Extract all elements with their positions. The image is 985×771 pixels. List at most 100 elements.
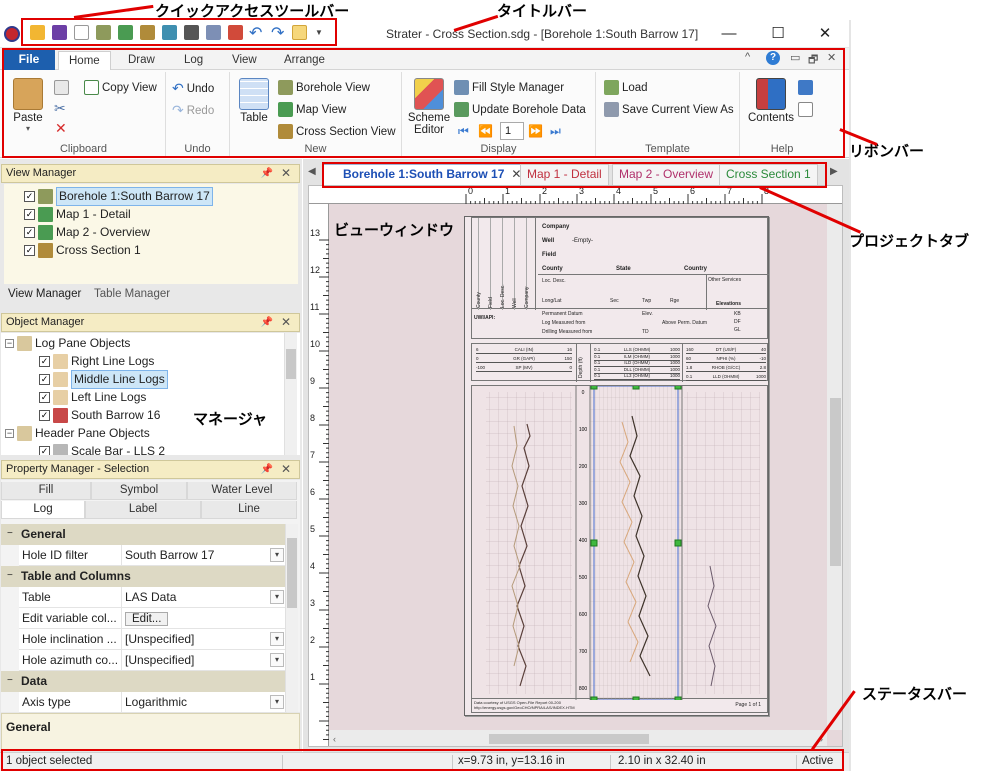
tab-home[interactable]: Home [58, 51, 111, 70]
new-cross-section-icon[interactable] [140, 25, 155, 40]
property-row-hole-id-filter[interactable]: Hole ID filter South Barrow 17 ▾ [19, 545, 287, 566]
scroll-left-icon[interactable]: ‹ [333, 734, 336, 744]
tab-view[interactable]: View [222, 51, 267, 70]
tree-item-map1[interactable]: ✓ Map 1 - Detail [24, 206, 131, 223]
collapse-icon[interactable]: − [5, 429, 14, 438]
mdi-minimize-icon[interactable]: ▭ [790, 51, 800, 64]
undo-button[interactable]: ↶ Undo [172, 80, 214, 97]
tree-item-right-line-logs[interactable]: ✓ Right Line Logs [39, 353, 154, 370]
redo-button[interactable]: ↷ Redo [172, 102, 214, 119]
close-pane-icon[interactable]: ✕ [281, 461, 291, 478]
select-pointer-icon[interactable] [292, 25, 307, 40]
view-horizontal-scrollbar[interactable]: ‹ › [329, 730, 827, 746]
resize-handle[interactable] [590, 539, 598, 547]
minimize-button[interactable]: — [714, 23, 744, 45]
tab-line[interactable]: Line [201, 501, 297, 519]
chevron-down-icon[interactable]: ▾ [270, 590, 284, 604]
tab-log[interactable]: Log [174, 51, 213, 70]
file-tab[interactable]: File [3, 49, 55, 70]
tab-water-level[interactable]: Water Level [187, 482, 297, 500]
checkbox[interactable]: ✓ [39, 374, 50, 385]
map-view-button[interactable]: Map View [278, 102, 346, 117]
borehole-view-button[interactable]: Borehole View [278, 80, 370, 95]
fill-style-manager-button[interactable]: Fill Style Manager [454, 80, 564, 95]
project-tab-map1[interactable]: Map 1 - Detail [520, 164, 609, 185]
new-borehole-icon[interactable] [96, 25, 111, 40]
category-table-columns[interactable]: − Table and Columns [1, 566, 287, 587]
tree-item-scale-bar[interactable]: ✓ Scale Bar - LLS 2 [39, 443, 165, 455]
redo-arrow-icon[interactable]: ↷ [271, 23, 284, 43]
property-value[interactable]: Logarithmic [121, 692, 287, 712]
new-table-icon[interactable] [162, 25, 177, 40]
close-pane-icon[interactable]: ✕ [281, 165, 291, 182]
contents-button[interactable]: Contents [744, 78, 798, 124]
update-borehole-data-button[interactable]: Update Borehole Data [454, 102, 586, 117]
project-tab-map2[interactable]: Map 2 - Overview [612, 164, 721, 185]
project-tab-borehole[interactable]: Borehole 1:South Barrow 17 ✕ [322, 164, 529, 185]
tree-node-header-pane[interactable]: − Header Pane Objects [5, 425, 150, 442]
resize-handle[interactable] [674, 382, 682, 390]
tab-symbol[interactable]: Symbol [91, 482, 187, 500]
close-button[interactable]: ✕ [810, 23, 840, 45]
property-value[interactable]: [Unspecified] [121, 629, 287, 649]
help-topics-icon[interactable] [798, 80, 813, 95]
property-scrollbar[interactable] [285, 524, 298, 712]
close-pane-icon[interactable]: ✕ [281, 314, 291, 331]
previous-page-icon[interactable]: ⏪ [478, 124, 493, 138]
project-tab-cross-section[interactable]: Cross Section 1 [719, 164, 818, 185]
tab-view-manager[interactable]: View Manager [4, 286, 88, 304]
save-current-view-as-button[interactable]: Save Current View As [604, 102, 734, 117]
delete-x-icon[interactable]: ✕ [55, 120, 67, 137]
first-page-icon[interactable]: ⏮ [458, 124, 469, 139]
tree-item-left-line-logs[interactable]: ✓ Left Line Logs [39, 389, 146, 406]
export-icon[interactable] [206, 25, 221, 40]
tab-arrange[interactable]: Arrange [274, 51, 335, 70]
cross-section-view-button[interactable]: Cross Section View [278, 124, 396, 139]
mdi-restore-icon[interactable]: 🗗 [808, 51, 818, 70]
scrollbar-thumb[interactable] [489, 734, 649, 744]
next-page-icon[interactable]: ⏩ [528, 124, 543, 138]
checkbox[interactable]: ✓ [39, 356, 50, 367]
page-number-input[interactable]: 1 [500, 122, 524, 140]
chevron-down-icon[interactable]: ▾ [270, 695, 284, 709]
log-plot-area[interactable]: 0 100 200 300 400 500 600 700 800 [471, 382, 768, 704]
edit-button[interactable]: Edit... [125, 612, 169, 626]
scheme-editor-button[interactable]: Scheme Editor [406, 78, 452, 136]
delete-icon[interactable] [228, 25, 243, 40]
scrollbar-thumb[interactable] [287, 538, 297, 608]
load-template-button[interactable]: Load [604, 80, 648, 95]
last-page-icon[interactable]: ⏭ [550, 124, 561, 139]
copy-view-button[interactable]: Copy View [84, 80, 157, 95]
property-row-edit-variable[interactable]: Edit variable col... Edit... [19, 608, 287, 629]
property-row-hole-inclination[interactable]: Hole inclination ... [Unspecified] ▾ [19, 629, 287, 650]
save-icon[interactable] [52, 25, 67, 40]
tab-scroll-left-icon[interactable]: ◀ [308, 166, 316, 177]
cut-icon[interactable]: ✂ [54, 100, 66, 117]
pin-icon[interactable]: 📌 [261, 165, 273, 182]
view-vertical-scrollbar[interactable] [827, 204, 842, 730]
checkbox[interactable]: ✓ [24, 209, 35, 220]
object-manager-scrollbar[interactable] [284, 333, 297, 455]
resize-handle[interactable] [590, 382, 598, 390]
maximize-button[interactable]: ☐ [763, 23, 793, 45]
view-window[interactable]: 012345678 13121110987654321 County Field… [308, 185, 843, 747]
collapse-icon[interactable]: − [5, 339, 14, 348]
tab-scroll-right-icon[interactable]: ▶ [830, 166, 838, 177]
tree-item-borehole[interactable]: ✓ Borehole 1:South Barrow 17 [24, 187, 213, 206]
table-button[interactable]: Table [236, 78, 272, 124]
resize-handle[interactable] [632, 382, 640, 390]
category-general[interactable]: − General [1, 524, 287, 545]
borehole-page[interactable]: County Field Loc. Desc. Well Company Com… [464, 216, 769, 716]
chevron-down-icon[interactable]: ▾ [270, 632, 284, 646]
print-icon[interactable] [184, 25, 199, 40]
tree-item-map2[interactable]: ✓ Map 2 - Overview [24, 224, 150, 241]
open-icon[interactable] [30, 25, 45, 40]
new-map-icon[interactable] [118, 25, 133, 40]
tab-log[interactable]: Log [1, 501, 85, 519]
collapse-ribbon-icon[interactable]: ^ [745, 51, 750, 63]
property-value[interactable]: [Unspecified] [121, 650, 287, 670]
checkbox[interactable]: ✓ [39, 410, 50, 421]
checkbox[interactable]: ✓ [39, 446, 50, 455]
customize-dropdown-icon[interactable]: ▼ [315, 28, 323, 37]
checkbox[interactable]: ✓ [24, 191, 35, 202]
